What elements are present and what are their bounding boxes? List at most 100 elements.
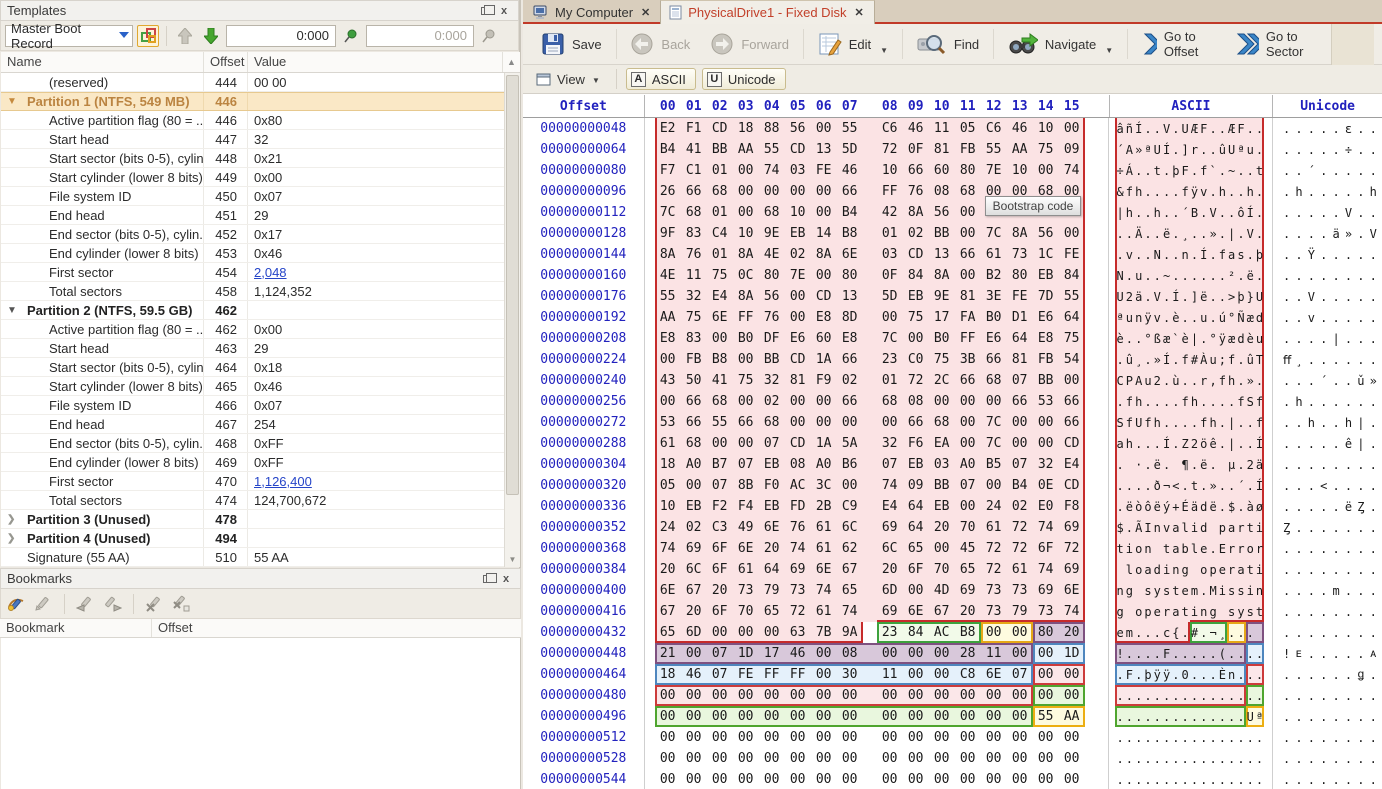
ascii-char[interactable]: i [1190,601,1199,622]
hex-byte[interactable]: 02 [903,223,929,244]
ascii-char[interactable]: . [1227,685,1236,706]
ascii-char[interactable]: . [1246,160,1255,181]
ascii-char[interactable]: u [1246,139,1255,160]
unicode-char[interactable]: . [1345,370,1357,391]
ascii-char[interactable]: Á [1125,160,1134,181]
hex-byte[interactable]: 6F [707,559,733,580]
hex-byte[interactable]: EB [785,223,811,244]
ascii-char[interactable]: f [1227,349,1236,370]
ascii-char[interactable]: ° [1143,328,1152,349]
unicode-char[interactable]: . [1295,706,1307,727]
ascii-char[interactable]: s [1236,244,1245,265]
hex-byte[interactable]: FE [733,664,759,685]
unicode-char[interactable]: . [1333,664,1345,685]
chevron-down-icon[interactable]: ▼ [7,305,21,316]
hex-byte[interactable]: 00 [877,307,903,328]
ascii-char[interactable]: . [1246,433,1255,454]
ascii-char[interactable]: ] [1190,286,1199,307]
unicode-char[interactable]: . [1283,265,1295,286]
unicode-char[interactable]: . [1308,265,1320,286]
ascii-char[interactable] [1125,601,1134,622]
unicode-char[interactable]: . [1295,223,1307,244]
unicode-char[interactable]: . [1333,433,1345,454]
hex-byte[interactable]: 00 [811,202,837,223]
ascii-char[interactable]: . [1153,727,1162,748]
ascii-char[interactable]: v [1162,517,1171,538]
hex-byte[interactable]: FE [1007,286,1033,307]
hex-byte[interactable]: 75 [1059,328,1085,349]
ascii-char[interactable]: ð [1153,475,1162,496]
hex-byte[interactable]: 84 [903,622,929,643]
hex-byte[interactable]: 61 [981,517,1007,538]
ascii-char[interactable]: ÿ [1162,664,1171,685]
ascii-char[interactable]: h [1134,181,1143,202]
hex-byte[interactable]: 00 [785,307,811,328]
hex-byte[interactable]: 7C [981,223,1007,244]
ascii-char[interactable]: v [1153,307,1162,328]
ascii-char[interactable]: M [1208,580,1217,601]
unicode-char[interactable]: . [1295,664,1307,685]
hex-byte[interactable]: 00 [1033,643,1059,664]
ascii-char[interactable]: . [1236,433,1245,454]
ascii-char[interactable]: . [1208,769,1217,789]
ascii-toggle[interactable]: A ASCII [626,68,696,90]
unicode-char[interactable]: | [1357,412,1369,433]
hex-byte[interactable]: FD [785,496,811,517]
hex-byte[interactable]: FF [955,328,981,349]
hex-byte[interactable]: EB [929,496,955,517]
ascii-char[interactable]: < [1171,475,1180,496]
ascii-char[interactable]: . [1218,769,1227,789]
hex-byte[interactable]: B4 [837,202,863,223]
hex-byte[interactable]: 17 [929,307,955,328]
ascii-char[interactable] [1208,517,1217,538]
unicode-char[interactable]: . [1295,538,1307,559]
hex-byte[interactable]: EB [903,454,929,475]
hex-byte[interactable]: 00 [681,475,707,496]
hex-byte[interactable]: 00 [955,391,981,412]
ascii-char[interactable]: ² [1227,265,1236,286]
hex-byte[interactable]: 00 [837,748,863,769]
hex-byte[interactable]: 69 [1059,559,1085,580]
ascii-char[interactable]: a [1143,559,1152,580]
hex-byte[interactable]: 00 [1007,748,1033,769]
ascii-char[interactable]: ª [1143,139,1152,160]
ascii-char[interactable]: . [1171,349,1180,370]
hex-byte[interactable]: 68 [877,391,903,412]
scroll-up-icon[interactable]: ▲ [503,52,520,72]
ascii-char[interactable]: . [1134,475,1143,496]
ascii-char[interactable]: . [1115,748,1124,769]
hex-byte[interactable]: 84 [903,265,929,286]
ascii-char[interactable]: . [1208,706,1217,727]
template-row[interactable]: Start cylinder (lower 8 bits)4650x46 [1,377,520,396]
unicode-char[interactable]: . [1333,538,1345,559]
ascii-char[interactable]: B [1190,202,1199,223]
hex-byte[interactable]: 80 [837,265,863,286]
hex-byte[interactable]: CD [811,286,837,307]
hex-byte[interactable]: 0C [733,265,759,286]
ascii-char[interactable]: . [1171,139,1180,160]
unicode-char[interactable]: . [1283,223,1295,244]
template-row[interactable]: Active partition flag (80 = ...4620x00 [1,320,520,339]
unicode-char[interactable]: . [1370,706,1382,727]
template-row[interactable]: Active partition flag (80 = ...4460x80 [1,111,520,130]
hex-byte[interactable]: 00 [1059,370,1085,391]
ascii-char[interactable]: . [1190,664,1199,685]
ascii-char[interactable]: . [1134,727,1143,748]
hex-byte[interactable]: 00 [929,748,955,769]
ascii-char[interactable]: s [1236,580,1245,601]
hex-byte[interactable]: 45 [955,538,981,559]
hex-byte[interactable]: 00 [837,706,863,727]
ascii-char[interactable]: . [1134,328,1143,349]
hex-byte[interactable]: 01 [707,244,733,265]
ascii-char[interactable]: | [1115,202,1124,223]
ascii-char[interactable]: . [1143,286,1152,307]
tab-physicaldrive1[interactable]: PhysicalDrive1 - Fixed Disk ✕ [660,0,874,24]
unicode-char[interactable]: . [1283,622,1295,643]
ascii-char[interactable]: . [1190,643,1199,664]
ascii-char[interactable]: a [1115,433,1124,454]
hex-byte[interactable]: 5D [877,286,903,307]
ascii-char[interactable]: . [1236,265,1245,286]
ascii-char[interactable]: . [1153,769,1162,789]
unicode-char[interactable]: . [1283,328,1295,349]
hex-byte[interactable]: 00 [759,727,785,748]
